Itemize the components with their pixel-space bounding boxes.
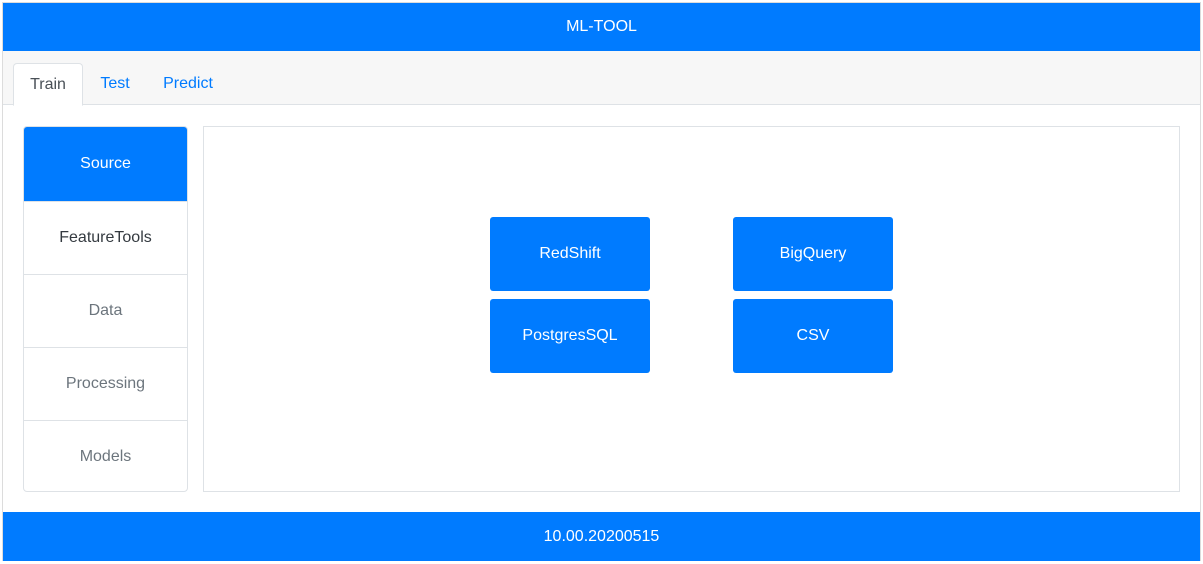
tab-predict[interactable]: Predict — [151, 63, 225, 105]
tab-test[interactable]: Test — [87, 63, 143, 105]
csv-button[interactable]: CSV — [733, 299, 893, 373]
bigquery-button-label: BigQuery — [779, 245, 847, 262]
tab-train-label: Train — [30, 75, 66, 93]
tab-bar: Train Test Predict — [3, 51, 1200, 106]
app-footer: 10.00.20200515 — [3, 512, 1200, 561]
postgressql-button[interactable]: PostgresSQL — [490, 299, 650, 373]
sidebar: Source FeatureTools Data Processing Mode… — [23, 126, 188, 492]
redshift-button[interactable]: RedShift — [490, 217, 650, 291]
sidebar-item-label: FeatureTools — [59, 229, 152, 246]
bigquery-button[interactable]: BigQuery — [733, 217, 893, 291]
redshift-button-label: RedShift — [539, 245, 601, 262]
sidebar-item-label: Models — [79, 448, 132, 465]
sidebar-item-featuretools[interactable]: FeatureTools — [24, 201, 187, 274]
source-panel: RedShift BigQuery PostgresSQL CSV — [203, 126, 1180, 492]
sidebar-item-processing[interactable]: Processing — [24, 347, 187, 420]
tab-predict-label: Predict — [163, 75, 213, 92]
sidebar-item-models[interactable]: Models — [24, 420, 187, 491]
app-header: ML-TOOL — [3, 3, 1200, 51]
sidebar-item-data[interactable]: Data — [24, 274, 187, 347]
app-title: ML-TOOL — [566, 18, 637, 35]
postgressql-button-label: PostgresSQL — [522, 327, 618, 344]
sidebar-item-label: Data — [88, 302, 123, 319]
tab-test-label: Test — [100, 75, 130, 92]
tab-train[interactable]: Train — [13, 63, 83, 106]
csv-button-label: CSV — [796, 327, 830, 344]
sidebar-item-label: Source — [80, 155, 131, 172]
sidebar-item-label: Processing — [65, 375, 146, 392]
sidebar-item-source[interactable]: Source — [24, 127, 187, 201]
version-label: 10.00.20200515 — [543, 527, 660, 545]
